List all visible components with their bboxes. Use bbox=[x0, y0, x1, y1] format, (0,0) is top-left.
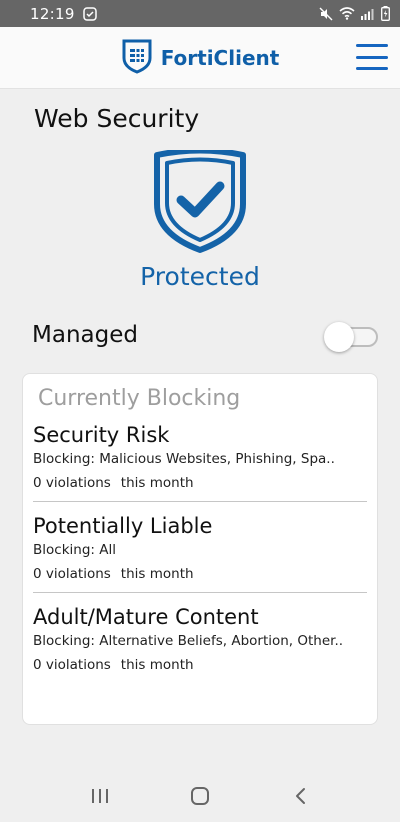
category-potentially-liable[interactable]: Potentially Liable Blocking: All 0 viola… bbox=[33, 501, 367, 592]
battery-icon bbox=[381, 6, 390, 21]
violations-count: 0 violations bbox=[33, 475, 111, 491]
managed-label: Managed bbox=[32, 322, 138, 348]
status-bar: 12:19 bbox=[0, 0, 400, 27]
category-blocking: Blocking: All bbox=[33, 542, 116, 558]
violations-period: this month bbox=[120, 475, 194, 491]
app-bar: FortiClient bbox=[0, 27, 400, 89]
mute-icon bbox=[319, 7, 333, 21]
category-blocking: Blocking: Malicious Websites, Phishing, … bbox=[33, 451, 335, 467]
violations-period: this month bbox=[120, 657, 194, 673]
hamburger-menu-icon[interactable] bbox=[356, 41, 388, 73]
violations-period: this month bbox=[120, 566, 194, 582]
violations-count: 0 violations bbox=[33, 657, 111, 673]
toggle-knob bbox=[324, 322, 354, 352]
page-title: Web Security bbox=[34, 104, 200, 133]
protection-status: Protected bbox=[140, 262, 260, 291]
status-time: 12:19 bbox=[30, 4, 75, 23]
home-icon bbox=[191, 787, 209, 805]
category-violations: 0 violations this month bbox=[33, 566, 367, 582]
back-icon bbox=[296, 788, 305, 804]
forticlient-shield-icon bbox=[121, 38, 153, 78]
managed-row: Managed bbox=[32, 320, 378, 354]
category-security-risk[interactable]: Security Risk Blocking: Malicious Websit… bbox=[33, 411, 367, 501]
currently-blocking-card: Currently Blocking Security Risk Blockin… bbox=[22, 373, 378, 725]
category-violations: 0 violations this month bbox=[33, 475, 367, 491]
card-title: Currently Blocking bbox=[38, 386, 241, 411]
category-name: Security Risk bbox=[33, 423, 170, 447]
category-adult-mature-content[interactable]: Adult/Mature Content Blocking: Alternati… bbox=[33, 592, 367, 683]
category-violations: 0 violations this month bbox=[33, 657, 367, 673]
signal-icon bbox=[361, 8, 375, 20]
status-icons bbox=[319, 6, 390, 21]
recent-apps-button[interactable] bbox=[80, 776, 120, 816]
shield-check-icon bbox=[152, 147, 248, 254]
managed-toggle[interactable] bbox=[324, 322, 378, 352]
system-nav-bar bbox=[0, 770, 400, 822]
notification-icon bbox=[82, 6, 97, 21]
brand-logo: FortiClient bbox=[121, 38, 280, 78]
recent-apps-icon bbox=[92, 789, 108, 803]
category-name: Potentially Liable bbox=[33, 514, 213, 538]
violations-count: 0 violations bbox=[33, 566, 111, 582]
category-blocking: Blocking: Alternative Beliefs, Abortion,… bbox=[33, 633, 344, 649]
home-button[interactable] bbox=[180, 776, 220, 816]
category-name: Adult/Mature Content bbox=[33, 605, 259, 629]
back-button[interactable] bbox=[280, 776, 320, 816]
brand-name: FortiClient bbox=[160, 45, 280, 70]
wifi-icon bbox=[339, 7, 355, 20]
